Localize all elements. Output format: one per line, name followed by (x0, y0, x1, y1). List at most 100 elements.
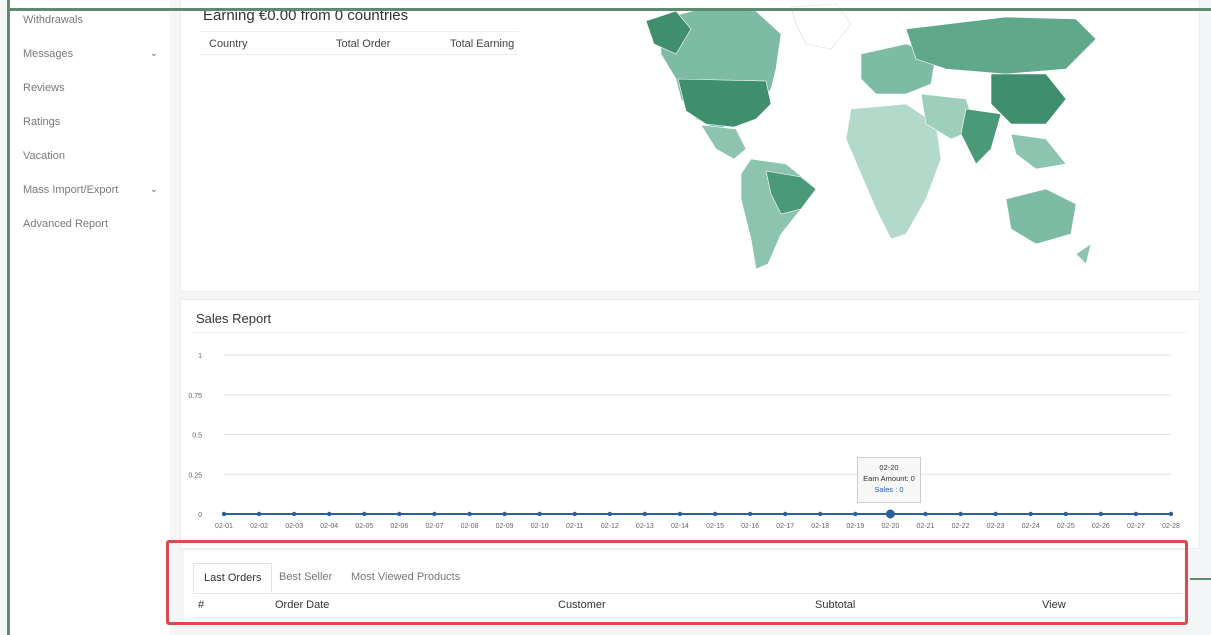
x-tick-label: 02-14 (671, 523, 689, 530)
chevron-down-icon: ⌄ (149, 48, 158, 59)
data-point[interactable] (256, 511, 262, 517)
x-tick-label: 02-18 (811, 523, 829, 530)
data-point[interactable] (782, 511, 788, 517)
x-tick-label: 02-22 (952, 523, 970, 530)
x-tick-label: 02-13 (636, 523, 654, 530)
x-tick-label: 02-12 (601, 523, 619, 530)
data-point[interactable] (1168, 511, 1174, 517)
column-total-earning: Total Earning (450, 38, 515, 50)
x-tick-label: 02-11 (566, 523, 583, 530)
data-point[interactable] (1028, 511, 1033, 517)
sidebar-item-withdrawals[interactable]: Withdrawals (23, 14, 158, 26)
data-point[interactable] (818, 511, 823, 517)
sales-report-title: Sales Report (196, 311, 272, 326)
sidebar-item-label: Reviews (23, 82, 65, 94)
map-southeast-asia (1010, 133, 1067, 170)
sidebar-item-label: Ratings (23, 116, 61, 128)
data-point[interactable] (993, 511, 998, 517)
x-tick-label: 02-09 (496, 523, 514, 530)
data-point[interactable] (853, 511, 858, 517)
x-tick-label: 02-24 (1022, 523, 1040, 530)
x-tick-label: 02-20 (881, 523, 899, 530)
column-view: View (1042, 599, 1066, 611)
y-tick-label: 0.5 (192, 433, 202, 440)
data-point[interactable] (958, 511, 963, 517)
sidebar-item-reviews[interactable]: Reviews (23, 82, 158, 94)
tooltip-date: 02-20 (879, 463, 899, 472)
map-russia (905, 16, 1097, 75)
map-usa (677, 78, 772, 128)
sidebar-item-label: Withdrawals (23, 14, 83, 26)
column-order-date: Order Date (275, 599, 330, 611)
data-point[interactable] (327, 511, 332, 517)
column-number: # (198, 599, 205, 611)
column-country: Country (209, 38, 248, 50)
data-point[interactable] (291, 511, 297, 517)
x-tick-label: 02-19 (846, 523, 864, 530)
sidebar-item-advanced-report[interactable]: Advanced Report (23, 218, 158, 230)
tab-most-viewed-products[interactable]: Most Viewed Products (341, 563, 470, 593)
data-point[interactable] (607, 511, 613, 517)
sidebar-item-mass-import-export[interactable]: Mass Import/Export ⌄ (23, 184, 158, 196)
x-tick-label: 02-25 (1057, 523, 1075, 530)
x-tick-label: 02-02 (250, 523, 268, 530)
data-point[interactable] (885, 509, 895, 519)
orders-card: Last Orders Best Seller Most Viewed Prod… (184, 551, 1184, 623)
sidebar: Withdrawals Messages ⌄ Reviews Ratings Va… (10, 0, 170, 635)
x-tick-label: 02-08 (461, 523, 479, 530)
data-point[interactable] (537, 511, 542, 517)
data-point[interactable] (467, 511, 472, 517)
map-india (960, 108, 1002, 165)
data-point[interactable] (1133, 511, 1139, 517)
x-tick-label: 02-17 (776, 523, 794, 530)
x-tick-label: 02-07 (425, 523, 443, 530)
data-point[interactable] (642, 511, 648, 517)
column-total-order: Total Order (336, 38, 391, 50)
data-point[interactable] (677, 511, 683, 517)
sales-line-chart[interactable]: 0 0.25 0.5 0.75 1 02-01 02-02 02-03 02-04 02-05 02… (180, 340, 1198, 540)
data-point[interactable] (1098, 511, 1104, 517)
data-point[interactable] (712, 511, 718, 517)
world-map[interactable] (606, 0, 1106, 279)
divider (193, 332, 1187, 333)
x-tick-label: 02-28 (1162, 523, 1180, 530)
x-tick-label: 02-21 (917, 523, 935, 530)
x-tick-label: 02-05 (355, 523, 373, 530)
sidebar-item-label: Advanced Report (23, 218, 108, 230)
sidebar-item-label: Mass Import/Export (23, 184, 119, 196)
map-new-zealand (1075, 243, 1092, 265)
map-china (990, 73, 1067, 125)
tab-best-seller[interactable]: Best Seller (269, 563, 342, 593)
data-point[interactable] (221, 511, 227, 517)
highlight-connector (1190, 578, 1211, 580)
x-tick-label: 02-16 (741, 523, 759, 530)
data-point[interactable] (747, 511, 753, 517)
map-mexico (700, 124, 747, 160)
data-point[interactable] (502, 511, 507, 517)
chart-tooltip: 02-20 Earn Amount: 0 Sales : 0 (857, 457, 921, 503)
y-tick-label: 0.75 (188, 393, 202, 400)
y-tick-label: 0 (198, 512, 202, 519)
sidebar-item-messages[interactable]: Messages ⌄ (23, 48, 158, 60)
data-point[interactable] (923, 511, 928, 517)
tab-last-orders[interactable]: Last Orders (193, 563, 273, 593)
x-tick-label: 02-10 (531, 523, 549, 530)
data-point[interactable] (1063, 511, 1068, 517)
x-tick-label: 02-23 (987, 523, 1005, 530)
tooltip-sales: Sales : 0 (874, 485, 904, 494)
sidebar-item-vacation[interactable]: Vacation (23, 150, 158, 162)
y-tick-label: 0.25 (188, 472, 202, 479)
data-point[interactable] (397, 511, 402, 517)
earning-map-card: Earning €0.00 from 0 countries Country T… (180, 0, 1200, 292)
sidebar-item-ratings[interactable]: Ratings (23, 116, 158, 128)
column-customer: Customer (558, 599, 606, 611)
map-australia (1005, 188, 1077, 245)
x-tick-label: 02-27 (1127, 523, 1145, 530)
data-point[interactable] (432, 511, 437, 517)
x-tick-label: 02-01 (215, 523, 233, 530)
column-subtotal: Subtotal (815, 599, 856, 611)
data-point[interactable] (572, 511, 577, 517)
data-point[interactable] (362, 511, 367, 517)
earning-table-header: Country Total Order Total Earning (199, 31, 519, 55)
x-tick-label: 02-03 (285, 523, 303, 530)
